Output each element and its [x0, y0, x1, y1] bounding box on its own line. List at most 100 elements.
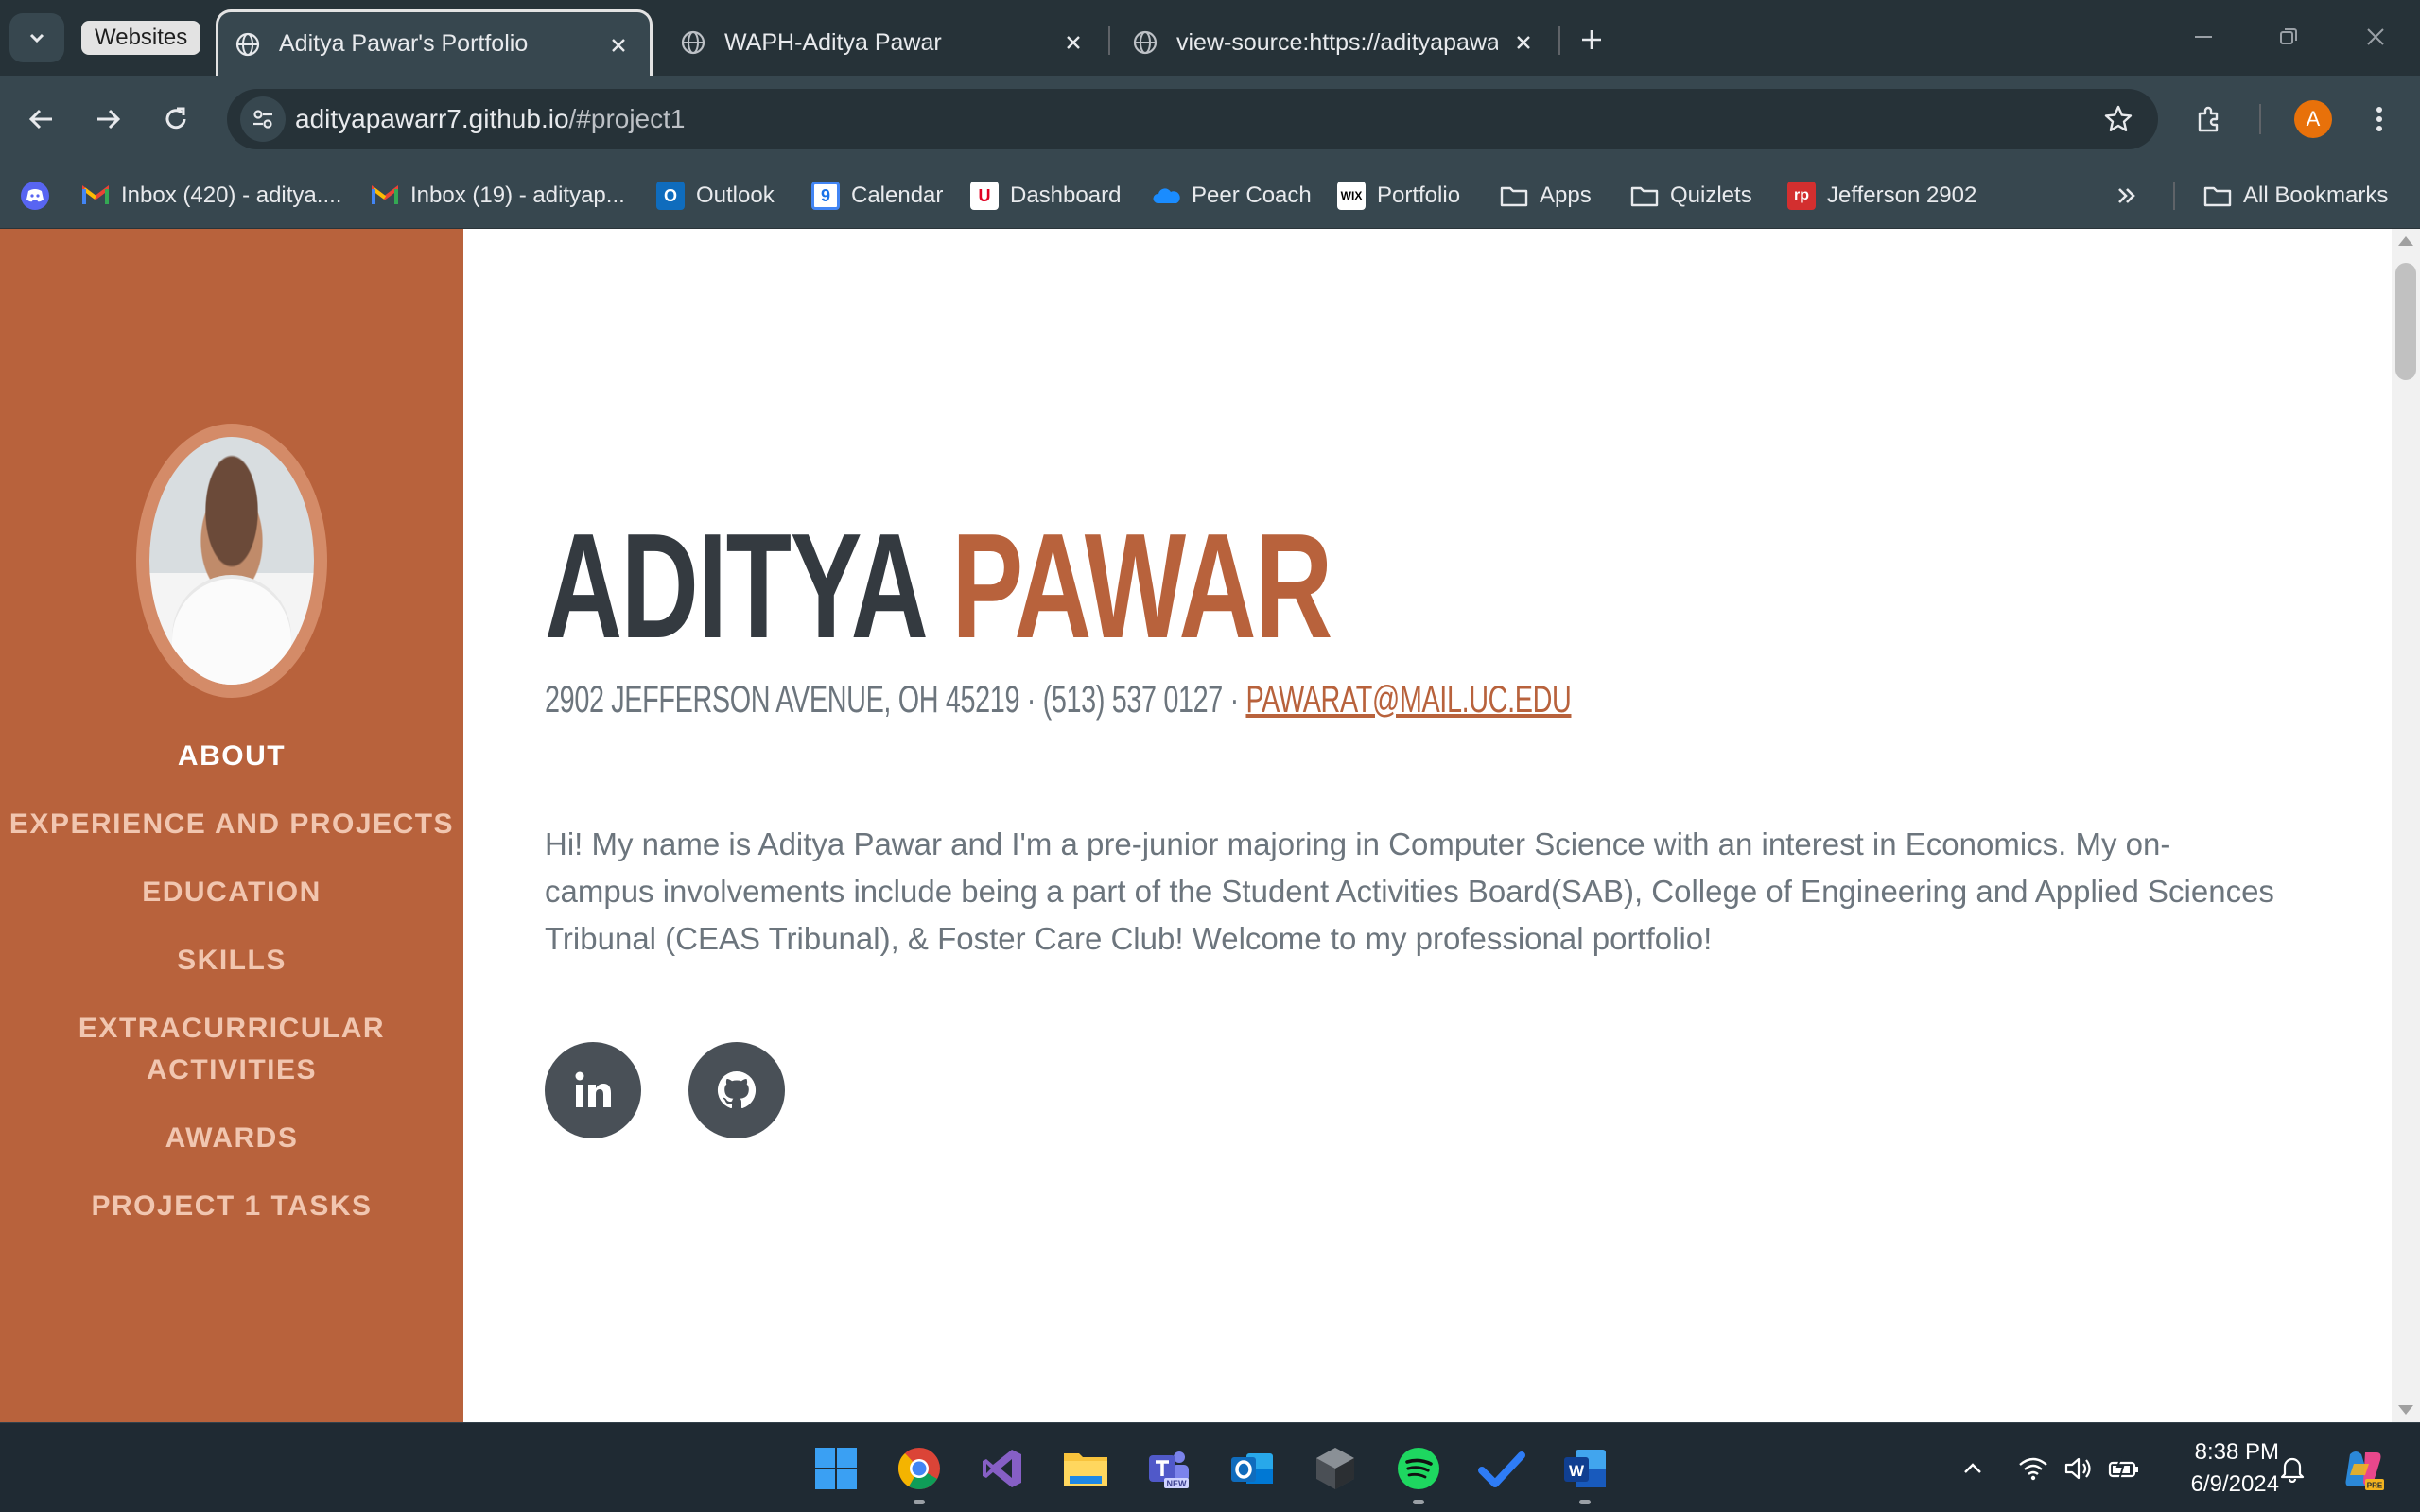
bookmark-discord[interactable] [21, 178, 61, 214]
restore-button[interactable] [2260, 13, 2317, 61]
outlook-icon: O [656, 182, 685, 210]
outlook-icon [1231, 1453, 1273, 1484]
rp-icon: rp [1787, 182, 1816, 210]
checkmark-icon [1478, 1451, 1525, 1487]
bookmark-label: All Bookmarks [2243, 182, 2389, 208]
more-bookmarks-button[interactable] [2115, 178, 2139, 214]
bookmark-calendar[interactable]: 9 Calendar [811, 178, 943, 214]
url-host: adityapawarr7.github.io [295, 104, 569, 133]
email-link[interactable]: pawarat@mail.uc.edu [1245, 679, 1571, 721]
page-title: ADITYA PAWAR [545, 511, 1332, 662]
bookmark-inbox-2[interactable]: Inbox (19) - adityap... [371, 178, 625, 214]
copilot-button[interactable]: PRE [2340, 1446, 2387, 1493]
browser-toolbar: adityapawarr7.github.io/#project1 A [0, 76, 2420, 163]
contact-info: 2902 Jefferson Avenue, OH 45219 · (513) … [545, 679, 1572, 721]
tab-separator [1558, 26, 1560, 55]
bookmark-outlook[interactable]: O Outlook [656, 178, 775, 214]
first-name: ADITYA [545, 503, 925, 669]
nav-experience-and-projects[interactable]: Experience and Projects [0, 804, 463, 845]
running-indicator [1579, 1500, 1591, 1504]
folder-icon [2203, 182, 2232, 210]
nav-awards[interactable]: Awards [0, 1118, 463, 1159]
uc-icon: U [970, 182, 999, 210]
taskbar-todo[interactable] [1475, 1442, 1528, 1495]
bookmark-label: Portfolio [1377, 182, 1461, 208]
svg-text:W: W [1569, 1462, 1585, 1480]
copilot-icon: PRE [2345, 1451, 2384, 1490]
bookmark-folder-quizlets[interactable]: Quizlets [1630, 178, 1752, 214]
github-button[interactable] [688, 1042, 785, 1138]
taskbar-spotify[interactable] [1392, 1442, 1445, 1504]
windows-icon [815, 1448, 857, 1489]
taskbar-unity[interactable] [1309, 1442, 1362, 1495]
chevron-up-icon [1964, 1463, 1981, 1473]
nav-project-1-tasks[interactable]: Project 1 Tasks [0, 1186, 463, 1227]
wifi-status[interactable] [2016, 1451, 2050, 1486]
taskbar-teams[interactable]: NEW [1142, 1442, 1195, 1495]
bookmark-inbox-1[interactable]: Inbox (420) - aditya.... [81, 178, 341, 214]
nav-extracurricular-activities[interactable]: Extracurricular Activities [0, 1008, 463, 1091]
nav-skills[interactable]: Skills [0, 940, 463, 982]
site-info-button[interactable] [240, 96, 286, 142]
tab-group-chip[interactable]: Websites [81, 21, 201, 55]
tab-search-button[interactable] [9, 13, 64, 62]
bio-text: Hi! My name is Aditya Pawar and I'm a pr… [545, 826, 2274, 956]
folder-icon [1500, 182, 1528, 210]
bookmark-star-button[interactable] [2098, 98, 2139, 140]
taskbar-outlook[interactable] [1226, 1442, 1279, 1495]
close-tab-icon[interactable] [604, 31, 633, 60]
tab-waph[interactable]: WAPH-Aditya Pawar [679, 9, 1095, 76]
taskbar-chrome[interactable] [893, 1442, 946, 1504]
new-tab-button[interactable] [1568, 21, 1615, 59]
system-clock[interactable]: 8:38 PM 6/9/2024 [2156, 1436, 2279, 1501]
address-bar[interactable]: adityapawarr7.github.io/#project1 [227, 89, 2158, 149]
last-name: PAWAR [951, 503, 1332, 669]
show-hidden-icons-button[interactable] [1956, 1451, 1990, 1486]
scroll-down-arrow[interactable] [2398, 1405, 2413, 1415]
globe-icon [1131, 28, 1159, 57]
tab-portfolio[interactable]: Aditya Pawar's Portfolio [216, 9, 653, 76]
start-button[interactable] [810, 1442, 862, 1495]
bookmark-dashboard[interactable]: U Dashboard [970, 178, 1121, 214]
battery-status[interactable] [2107, 1451, 2141, 1486]
double-chevron-right-icon [2118, 188, 2135, 203]
all-bookmarks-button[interactable]: All Bookmarks [2203, 178, 2388, 214]
bookmark-label: Peer Coach [1192, 182, 1312, 208]
wix-icon: WIX [1337, 182, 1366, 210]
notifications-button[interactable] [2275, 1451, 2309, 1486]
nav-education[interactable]: Education [0, 872, 463, 913]
bookmark-jefferson[interactable]: rp Jefferson 2902 [1787, 178, 1976, 214]
bookmark-peer-coach[interactable]: Peer Coach [1152, 178, 1312, 214]
menu-button[interactable] [2355, 95, 2404, 144]
close-window-button[interactable] [2347, 13, 2404, 61]
bookmark-folder-apps[interactable]: Apps [1500, 178, 1592, 214]
tab-view-source[interactable]: view-source:https://adityapawar [1131, 9, 1551, 76]
bookmark-portfolio[interactable]: WIX Portfolio [1337, 178, 1460, 214]
visual-studio-icon [983, 1450, 1021, 1487]
taskbar-word[interactable]: W [1558, 1442, 1611, 1504]
minimize-button[interactable] [2175, 13, 2232, 61]
close-tab-icon[interactable] [1509, 28, 1538, 57]
folder-icon [1630, 182, 1659, 210]
nav-about[interactable]: About [0, 736, 463, 777]
forward-button[interactable] [83, 95, 132, 144]
gmail-icon [81, 182, 110, 210]
taskbar-file-explorer[interactable] [1059, 1442, 1112, 1495]
scroll-thumb[interactable] [2395, 263, 2416, 380]
web-page: About Experience and Projects Education … [0, 229, 2420, 1422]
volume-status[interactable] [2062, 1451, 2096, 1486]
word-icon: W [1564, 1450, 1606, 1487]
profile-photo-frame [136, 424, 327, 698]
reload-button[interactable] [151, 95, 200, 144]
scroll-up-arrow[interactable] [2398, 236, 2413, 246]
tab-separator [1108, 26, 1110, 55]
linkedin-button[interactable] [545, 1042, 641, 1138]
extensions-button[interactable] [2185, 95, 2234, 144]
close-tab-icon[interactable] [1059, 28, 1088, 57]
back-button[interactable] [17, 95, 66, 144]
bookmarks-separator [2173, 182, 2175, 210]
profile-avatar[interactable]: A [2294, 100, 2332, 138]
page-scrollbar[interactable] [2392, 229, 2420, 1422]
taskbar-visual-studio[interactable] [976, 1442, 1029, 1495]
clock-date: 6/9/2024 [2190, 1471, 2279, 1497]
